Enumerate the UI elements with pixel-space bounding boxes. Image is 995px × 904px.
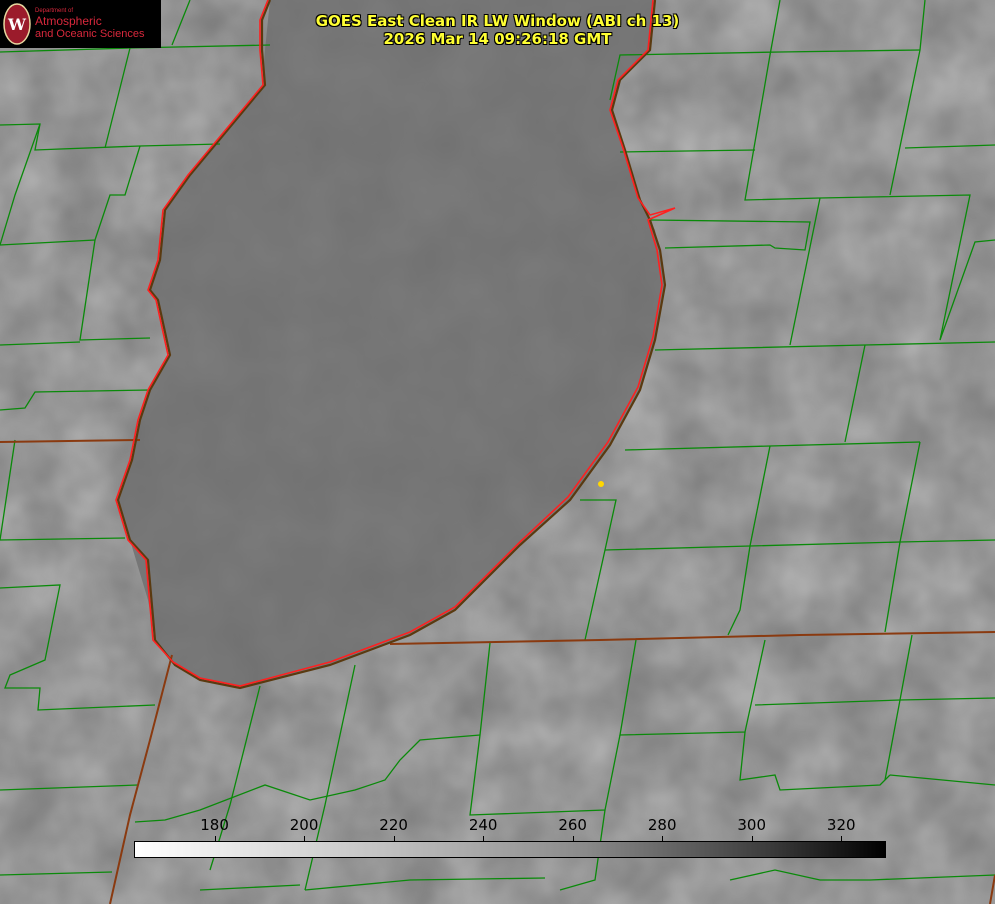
colorbar-tick-label: 280 [647,816,677,834]
colorbar-tick-mark [304,836,306,842]
university-seal-icon: W [3,3,31,45]
colorbar-tick-mark [483,836,485,842]
satellite-image-viewer: GOES East Clean IR LW Window (ABI ch 13)… [0,0,995,904]
logo-line2: and Oceanic Sciences [35,28,145,40]
colorbar-tick-mark [841,836,843,842]
colorbar-tick-mark [751,836,753,842]
temperature-colorbar [134,841,886,858]
colorbar-tick-label: 180 [200,816,229,834]
logo-line1: Atmospheric [35,14,102,28]
seal-letter: W [7,15,27,34]
colorbar-tick-label: 260 [558,816,587,834]
colorbar-tick-label: 320 [826,816,856,834]
satellite-map [0,0,995,904]
site-marker [598,481,604,487]
colorbar-tick-label: 300 [737,816,767,834]
department-logo: W Department of Atmospheric and Oceanic … [0,0,161,48]
colorbar-tick-mark [393,836,395,842]
colorbar-tick-mark [214,836,216,842]
colorbar-tick-mark [572,836,574,842]
colorbar-tick-mark [662,836,664,842]
colorbar-tick-label: 200 [289,816,319,834]
colorbar-tick-label: 240 [468,816,498,834]
colorbar-tick-label: 220 [379,816,408,834]
